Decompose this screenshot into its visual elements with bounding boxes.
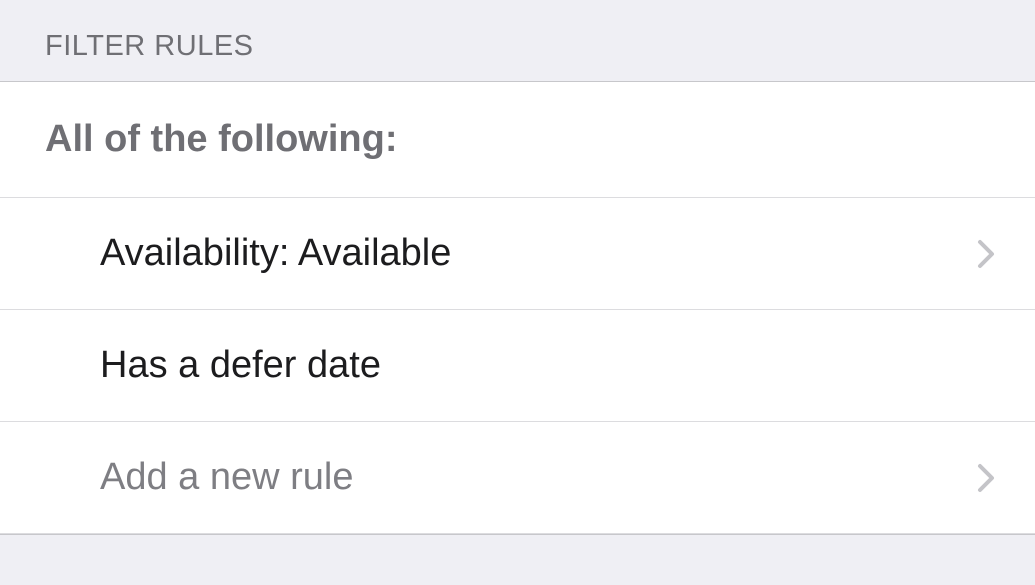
- filter-rules-section: All of the following: Availability: Avai…: [0, 82, 1035, 534]
- chevron-right-icon: [977, 239, 995, 269]
- rule-row-defer-date[interactable]: Has a defer date: [0, 310, 1035, 422]
- rule-label: Availability: Available: [100, 232, 451, 275]
- add-rule-label: Add a new rule: [100, 456, 354, 499]
- rule-label: Has a defer date: [100, 344, 381, 387]
- section-header: FILTER RULES: [0, 0, 1035, 82]
- rule-group-header[interactable]: All of the following:: [0, 82, 1035, 198]
- chevron-right-icon: [977, 463, 995, 493]
- section-gap: [0, 534, 1035, 550]
- add-rule-row[interactable]: Add a new rule: [0, 422, 1035, 534]
- rule-row-availability[interactable]: Availability: Available: [0, 198, 1035, 310]
